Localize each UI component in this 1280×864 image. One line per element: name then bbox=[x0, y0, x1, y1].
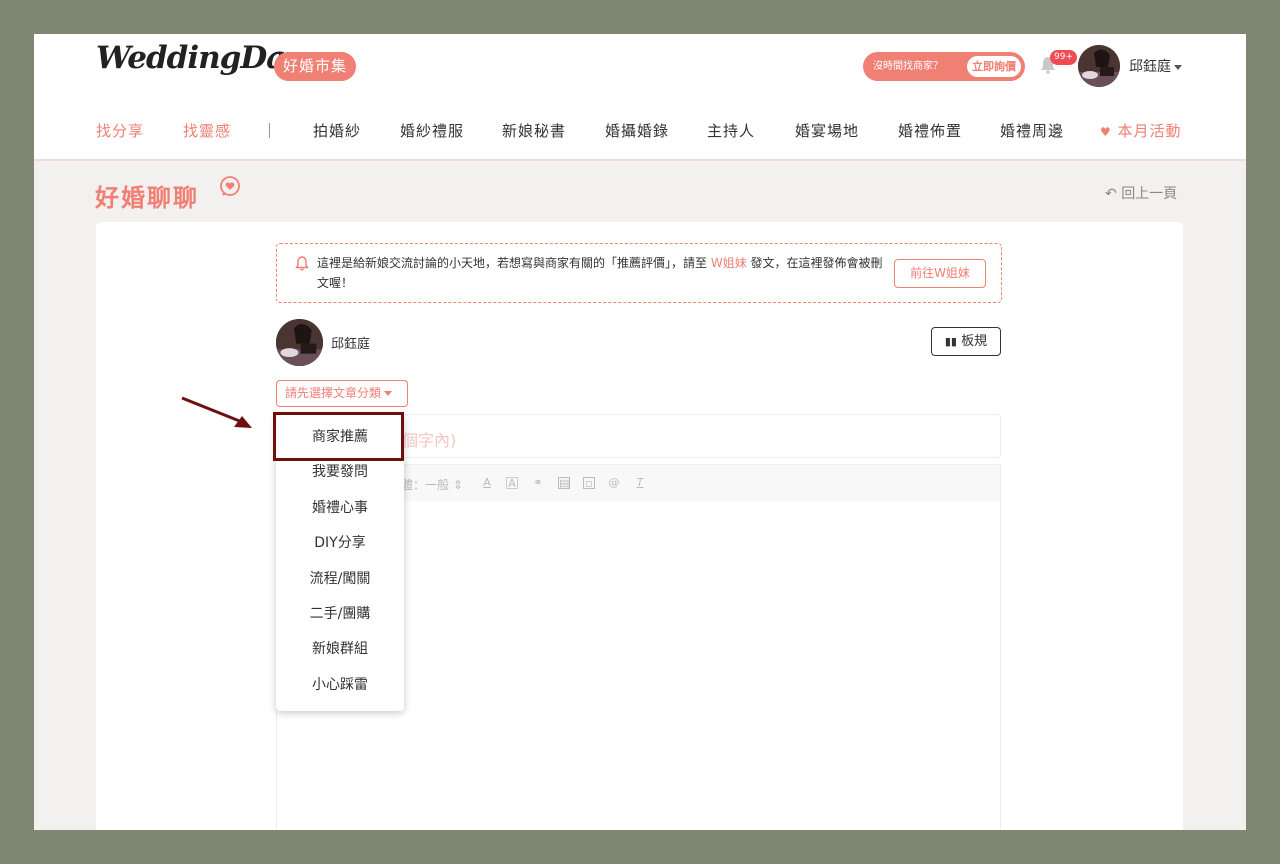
main-nav: 找分享 找靈感 拍婚紗 婚紗禮服 新娘秘書 婚攝婚錄 主持人 婚宴場地 婚禮佈置… bbox=[34, 120, 1246, 142]
title-placeholder: 個字內) bbox=[402, 431, 457, 450]
mention-icon[interactable]: @ bbox=[608, 477, 620, 489]
rules-label: 板規 bbox=[961, 334, 988, 349]
category-option[interactable]: 新娘群組 bbox=[276, 632, 404, 666]
inquiry-button[interactable]: 立即詢價 bbox=[967, 56, 1021, 77]
font-size-label: 體：一般 bbox=[401, 478, 450, 492]
nav-item-events-label: 本月活動 bbox=[1117, 122, 1182, 140]
user-name: 邱鈺庭 bbox=[1129, 59, 1171, 75]
chevron-down-icon bbox=[1174, 64, 1182, 70]
page-title: 好婚聊聊 bbox=[95, 184, 199, 212]
promo-text: 沒時間找商家？ bbox=[873, 61, 943, 72]
nav-item-wedding-photo[interactable]: 拍婚紗 bbox=[313, 120, 361, 141]
category-option[interactable]: 婚禮心事 bbox=[276, 491, 404, 525]
avatar[interactable] bbox=[1078, 45, 1120, 87]
reply-arrow-icon: ↶ bbox=[1105, 186, 1117, 202]
notice-link[interactable]: W姐妹 bbox=[711, 256, 747, 270]
embed-icon[interactable]: ▤ bbox=[558, 477, 570, 490]
user-menu[interactable]: 邱鈺庭 bbox=[1129, 56, 1182, 76]
go-w-sisters-button[interactable]: 前往W姐妹 bbox=[894, 259, 986, 288]
back-link[interactable]: ↶ 回上一頁 bbox=[1105, 183, 1177, 203]
category-select[interactable]: 請先選擇文章分類 bbox=[276, 380, 408, 407]
annotation-arrow-icon bbox=[181, 396, 252, 428]
market-badge[interactable]: 好婚市集 bbox=[274, 52, 357, 81]
chat-heart-icon bbox=[220, 176, 240, 197]
notice-banner: 這裡是給新娘交流討論的小天地，若想寫與商家有關的「推薦評價」，請至 W姐妹 發文… bbox=[276, 243, 1002, 303]
nav-item-gowns[interactable]: 婚紗禮服 bbox=[400, 120, 464, 141]
nav-item-inspiration[interactable]: 找靈感 bbox=[183, 120, 231, 141]
font-size-select[interactable]: 體：一般 ⇕ bbox=[401, 476, 463, 493]
nav-item-events[interactable]: ♥ 本月活動 bbox=[1100, 120, 1182, 141]
notice-text-before: 這裡是給新娘交流討論的小天地，若想寫與商家有關的「推薦評價」，請至 bbox=[317, 256, 711, 270]
nav-item-accessories[interactable]: 婚禮周邊 bbox=[1000, 120, 1064, 141]
category-option[interactable]: 二手/團購 bbox=[276, 597, 404, 631]
category-option[interactable]: DIY分享 bbox=[276, 526, 404, 560]
bell-icon bbox=[295, 256, 309, 271]
notification-badge: 99+ bbox=[1050, 50, 1077, 65]
clear-format-icon[interactable]: T bbox=[634, 477, 646, 489]
author-name: 邱鈺庭 bbox=[331, 337, 371, 352]
category-option[interactable]: 小心踩雷 bbox=[276, 668, 404, 702]
nav-item-videography[interactable]: 婚攝婚錄 bbox=[605, 120, 669, 141]
nav-item-makeup[interactable]: 新娘秘書 bbox=[502, 120, 566, 141]
back-label: 回上一頁 bbox=[1121, 186, 1178, 202]
nav-divider bbox=[269, 123, 270, 138]
nav-item-decor[interactable]: 婚禮佈置 bbox=[898, 120, 962, 141]
nav-item-host[interactable]: 主持人 bbox=[707, 120, 755, 141]
book-icon: ▮▮ bbox=[944, 335, 957, 348]
highlight-icon[interactable]: A bbox=[506, 477, 518, 490]
nav-item-venue[interactable]: 婚宴場地 bbox=[795, 120, 859, 141]
font-color-icon[interactable]: A bbox=[481, 477, 493, 489]
nav-item-share[interactable]: 找分享 bbox=[96, 120, 144, 141]
category-option[interactable]: 流程/闖關 bbox=[276, 562, 404, 596]
rules-button[interactable]: ▮▮ 板規 bbox=[931, 327, 1001, 356]
inquiry-promo[interactable]: 沒時間找商家？ 立即詢價 bbox=[863, 52, 1025, 81]
chevron-down-icon bbox=[384, 391, 393, 396]
image-icon[interactable]: ▫ bbox=[583, 477, 595, 490]
highlight-box bbox=[273, 412, 404, 461]
site-header: WeddingDay 好婚市集 沒時間找商家？ 立即詢價 99+ 邱鈺庭 找分享… bbox=[34, 34, 1246, 161]
site-logo[interactable]: WeddingDay bbox=[96, 40, 303, 76]
heart-balloon-icon: ♥ bbox=[1100, 125, 1112, 139]
notice-text: 這裡是給新娘交流討論的小天地，若想寫與商家有關的「推薦評價」，請至 W姐妹 發文… bbox=[317, 253, 887, 293]
link-icon[interactable]: ⚭ bbox=[532, 477, 544, 489]
category-select-label: 請先選擇文章分類 bbox=[285, 386, 382, 400]
author-avatar bbox=[276, 319, 323, 366]
